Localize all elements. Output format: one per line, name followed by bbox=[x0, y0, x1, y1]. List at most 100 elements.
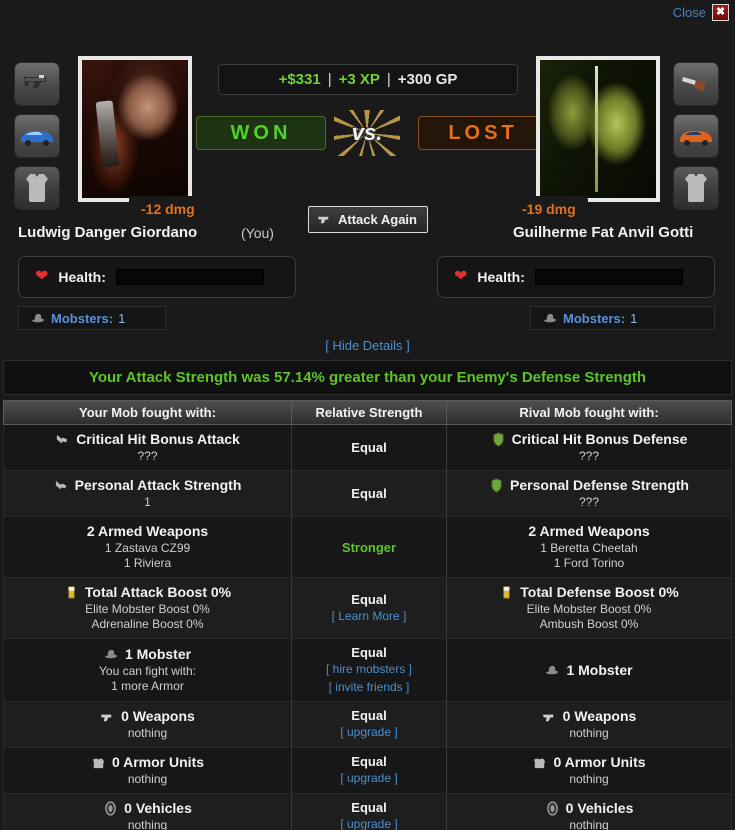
row-left-title: 0 Weapons bbox=[100, 708, 195, 724]
row-action-link[interactable]: [ Learn More ] bbox=[332, 609, 407, 625]
rival-mobsters-count: 1 bbox=[630, 310, 638, 326]
row-relation-cell: Equal bbox=[291, 425, 447, 470]
reward-gp: +300 GP bbox=[397, 71, 458, 88]
row-right-title: Critical Hit Bonus Defense bbox=[491, 431, 688, 447]
row-left-title-text: 2 Armed Weapons bbox=[86, 523, 209, 539]
row-left-title: 0 Armor Units bbox=[91, 754, 204, 770]
reward-separator-1: | bbox=[327, 71, 332, 88]
heart-icon: ❤ bbox=[454, 268, 468, 285]
row-left-cell: Personal Attack Strength 1 bbox=[4, 471, 291, 516]
row-relation-cell: Equal bbox=[291, 471, 447, 516]
row-right-cell: Total Defense Boost 0% Elite Mobster Boos… bbox=[447, 578, 731, 638]
attack-again-button[interactable]: Attack Again bbox=[308, 206, 428, 233]
player-mobsters-count: 1 bbox=[118, 310, 126, 326]
shield-icon bbox=[492, 431, 504, 447]
gun-icon bbox=[101, 714, 112, 721]
heart-icon: ❤ bbox=[35, 268, 49, 285]
armor-icon bbox=[534, 758, 546, 768]
rival-result-badge: LOST bbox=[418, 116, 548, 150]
row-subtext: Elite Mobster Boost 0% Adrenaline Boost 0… bbox=[85, 602, 210, 631]
row-left-title-text: 0 Armor Units bbox=[111, 754, 205, 771]
wheel-icon bbox=[105, 801, 116, 816]
row-relation-cell: Stronger bbox=[291, 517, 447, 577]
row-right-title: 1 Mobster bbox=[545, 662, 633, 678]
row-relation-cell: Equal[ upgrade ] bbox=[291, 794, 447, 830]
row-relation-label: Equal bbox=[351, 486, 387, 501]
fedora-icon bbox=[546, 665, 559, 674]
table-row: Critical Hit Bonus Attack??? Equal Critica… bbox=[3, 425, 732, 471]
table-row: 2 Armed Weapons 1 Zastava CZ99 1 Riviera St… bbox=[3, 517, 732, 578]
row-relation-label: Equal bbox=[351, 708, 387, 724]
row-right-title-text: Critical Hit Bonus Defense bbox=[511, 431, 688, 447]
row-subtext: 1 Beretta Cheetah 1 Ford Torino bbox=[540, 541, 638, 570]
row-subtext: ??? bbox=[578, 495, 600, 509]
row-right-cell: 2 Armed Weapons 1 Beretta Cheetah 1 Ford T… bbox=[447, 517, 731, 577]
gun-icon bbox=[317, 216, 329, 224]
row-right-title: 2 Armed Weapons bbox=[528, 523, 649, 539]
comparison-table-body: Critical Hit Bonus Attack??? Equal Critica… bbox=[3, 425, 732, 830]
armor-icon bbox=[92, 758, 105, 768]
row-subtext: You can fight with: 1 more Armor bbox=[99, 664, 196, 694]
rival-health-panel: ❤ Health: bbox=[437, 256, 715, 298]
row-right-title-text: 0 Weapons bbox=[562, 708, 637, 725]
shield-icon bbox=[491, 477, 502, 493]
row-right-title: 0 Armor Units bbox=[532, 754, 646, 770]
row-left-cell: 2 Armed Weapons 1 Zastava CZ99 1 Riviera bbox=[4, 517, 291, 577]
row-action-link[interactable]: [ hire mobsters ] bbox=[326, 662, 412, 678]
table-row: 0 Vehicles nothing Equal[ upgrade ] 0 Vehic… bbox=[3, 794, 732, 830]
player-result-badge: WON bbox=[196, 116, 326, 150]
attack-strength-banner: Your Attack Strength was 57.14% greater … bbox=[3, 360, 732, 395]
close-x-icon[interactable]: ✖ bbox=[712, 4, 729, 21]
row-action-link[interactable]: [ upgrade ] bbox=[340, 817, 397, 830]
reward-separator-2: | bbox=[386, 71, 391, 88]
row-relation-label: Equal bbox=[351, 800, 387, 816]
reward-bar: +$331 | +3 XP | +300 GP bbox=[218, 64, 518, 95]
row-action-link[interactable]: [ invite friends ] bbox=[329, 680, 410, 696]
row-subtext: nothing bbox=[127, 818, 168, 830]
row-right-cell: 0 Vehicles nothing bbox=[447, 794, 731, 830]
vs-badge: vs. bbox=[334, 110, 400, 156]
fight-result-page: Close ✖ +$331 | +3 XP | +300 GP WON vs. … bbox=[0, 0, 735, 830]
armor-vest-icon[interactable] bbox=[673, 166, 719, 210]
armor-vest-icon[interactable] bbox=[14, 166, 60, 210]
row-left-title: 0 Vehicles bbox=[103, 800, 192, 816]
knife-icon[interactable] bbox=[673, 62, 719, 106]
row-right-title-text: Total Defense Boost 0% bbox=[520, 584, 679, 600]
rival-name: Guilherme Fat Anvil Gotti bbox=[513, 224, 694, 241]
table-row: 0 Armor Units nothing Equal[ upgrade ] 0 Ar… bbox=[3, 748, 732, 795]
toggle-details-link[interactable]: [ Hide Details ] bbox=[0, 338, 735, 353]
row-right-title: 0 Weapons bbox=[542, 708, 637, 725]
close-link[interactable]: Close bbox=[673, 5, 706, 20]
row-right-title-text: Personal Defense Strength bbox=[510, 477, 689, 493]
row-right-title: Total Defense Boost 0% bbox=[499, 584, 679, 600]
fedora-icon bbox=[31, 313, 45, 322]
rival-health-label: Health: bbox=[477, 269, 525, 285]
row-left-title-text: Personal Attack Strength bbox=[74, 477, 242, 493]
reward-money: +$331 bbox=[278, 71, 321, 88]
row-left-title-text: 0 Weapons bbox=[121, 708, 195, 725]
row-left-cell: 0 Vehicles nothing bbox=[4, 794, 291, 830]
pistol-icon[interactable] bbox=[14, 62, 60, 106]
row-right-cell: 0 Armor Units nothing bbox=[447, 748, 731, 793]
row-subtext: ??? bbox=[578, 449, 600, 463]
table-row: Total Attack Boost 0% Elite Mobster Boost… bbox=[3, 578, 732, 639]
row-action-link[interactable]: [ upgrade ] bbox=[340, 771, 397, 787]
car-orange-icon[interactable] bbox=[673, 114, 719, 158]
row-action-link[interactable]: [ upgrade ] bbox=[340, 725, 397, 741]
row-subtext: 1 Zastava CZ99 1 Riviera bbox=[104, 541, 191, 570]
rival-mobsters-chip[interactable]: Mobsters: 1 bbox=[530, 306, 715, 330]
player-health-label: Health: bbox=[58, 269, 106, 285]
player-mobsters-chip[interactable]: Mobsters: 1 bbox=[18, 306, 166, 330]
row-subtext: nothing bbox=[127, 726, 168, 741]
rival-item-icons bbox=[673, 62, 719, 210]
row-left-cell: 0 Armor Units nothing bbox=[4, 748, 291, 793]
row-relation-label: Equal bbox=[351, 591, 387, 607]
window-close-bar: Close ✖ bbox=[673, 4, 729, 21]
player-name: Ludwig Danger Giordano bbox=[18, 224, 198, 241]
sword-icon bbox=[57, 434, 68, 443]
rival-portrait[interactable] bbox=[536, 56, 660, 202]
row-left-title: Personal Attack Strength bbox=[54, 477, 242, 493]
header-your-mob: Your Mob fought with: bbox=[79, 405, 216, 420]
player-health-bar bbox=[115, 269, 264, 285]
header-relative-strength: Relative Strength bbox=[291, 401, 447, 424]
